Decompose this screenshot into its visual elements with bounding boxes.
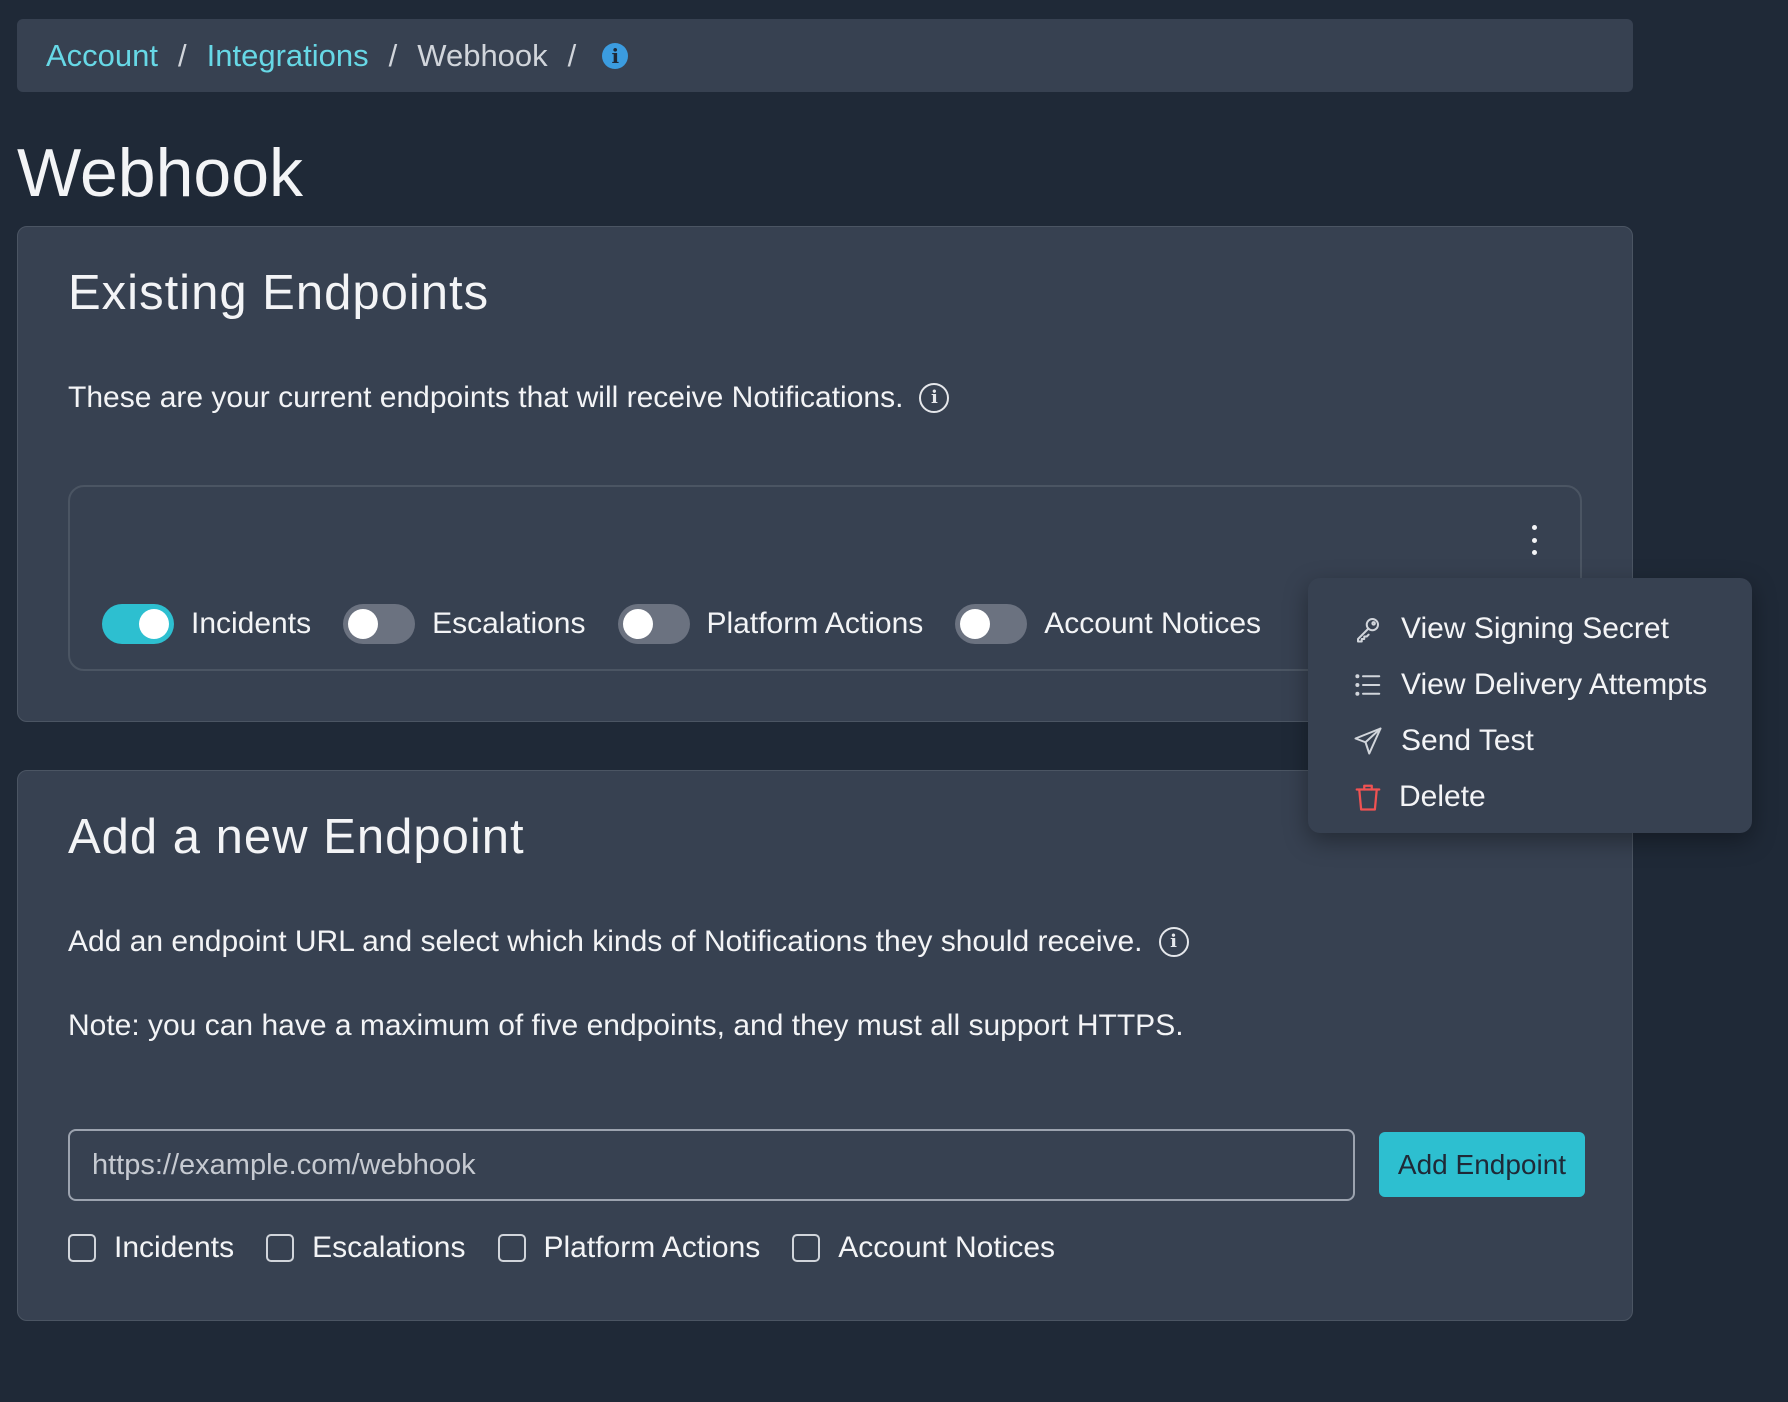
menu-item-view-delivery-attempts[interactable]: View Delivery Attempts xyxy=(1308,657,1752,713)
menu-item-label: Delete xyxy=(1399,780,1486,813)
toggle-label: Incidents xyxy=(191,607,312,640)
add-endpoint-description-text: Add an endpoint URL and select which kin… xyxy=(68,925,1143,958)
menu-item-view-signing-secret[interactable]: View Signing Secret xyxy=(1308,601,1752,657)
menu-item-send-test[interactable]: Send Test xyxy=(1308,713,1752,769)
account-notices-checkbox[interactable] xyxy=(792,1234,821,1262)
key-icon xyxy=(1357,618,1379,643)
checkbox-label: Incidents xyxy=(114,1231,235,1264)
checkbox-label: Platform Actions xyxy=(543,1231,761,1264)
breadcrumb-account-link[interactable]: Account xyxy=(46,38,158,74)
add-endpoint-card: Add a new Endpoint Add an endpoint URL a… xyxy=(17,770,1633,1321)
toggle-escalations-item: Escalations xyxy=(343,604,586,644)
escalations-toggle[interactable] xyxy=(343,604,416,644)
menu-item-label: View Signing Secret xyxy=(1401,612,1669,645)
endpoint-url-input[interactable] xyxy=(68,1129,1355,1201)
page-title: Webhook xyxy=(17,135,304,211)
endpoint-actions-menu: View Signing Secret View Delivery Attemp… xyxy=(1308,578,1752,833)
info-icon[interactable]: i xyxy=(602,42,629,69)
menu-item-label: Send Test xyxy=(1401,724,1534,757)
breadcrumb-separator: / xyxy=(388,37,398,73)
add-endpoint-note: Note: you can have a maximum of five end… xyxy=(68,1009,1184,1042)
notification-type-checkboxes: Incidents Escalations Platform Actions A… xyxy=(68,1231,1087,1265)
endpoint-toggles: Incidents Escalations Platform Actions A… xyxy=(102,604,1293,644)
toggle-incidents-item: Incidents xyxy=(102,604,311,644)
checkbox-label: Escalations xyxy=(312,1231,466,1264)
existing-endpoints-description-text: These are your current endpoints that wi… xyxy=(68,381,904,414)
menu-item-label: View Delivery Attempts xyxy=(1401,668,1708,701)
info-icon[interactable]: i xyxy=(1158,927,1189,957)
platform-actions-checkbox[interactable] xyxy=(497,1234,526,1262)
info-icon[interactable]: i xyxy=(919,383,950,413)
checkbox-label: Account Notices xyxy=(838,1231,1056,1264)
checkbox-account-notices-item[interactable]: Account Notices xyxy=(792,1231,1055,1265)
breadcrumb-separator: / xyxy=(178,37,187,73)
checkbox-incidents-item[interactable]: Incidents xyxy=(68,1231,234,1265)
platform-actions-toggle[interactable] xyxy=(617,604,690,644)
breadcrumb-current-page: Webhook xyxy=(417,37,548,73)
list-icon xyxy=(1355,674,1381,696)
trash-icon xyxy=(1355,784,1381,811)
breadcrumb-integrations-link[interactable]: Integrations xyxy=(207,38,369,74)
breadcrumb: Account / Integrations / Webhook / i xyxy=(17,19,1633,92)
more-options-icon[interactable] xyxy=(1528,525,1540,555)
add-endpoint-title: Add a new Endpoint xyxy=(68,810,525,864)
menu-item-delete[interactable]: Delete xyxy=(1308,769,1752,825)
incidents-toggle[interactable] xyxy=(102,604,174,644)
account-notices-toggle[interactable] xyxy=(955,604,1028,644)
escalations-checkbox[interactable] xyxy=(266,1234,295,1262)
checkbox-platform-actions-item[interactable]: Platform Actions xyxy=(497,1231,761,1265)
toggle-label: Account Notices xyxy=(1044,607,1262,640)
add-endpoint-button[interactable]: Add Endpoint xyxy=(1379,1132,1585,1197)
add-endpoint-description: Add an endpoint URL and select which kin… xyxy=(68,925,1189,959)
incidents-checkbox[interactable] xyxy=(68,1234,96,1262)
checkbox-escalations-item[interactable]: Escalations xyxy=(266,1231,466,1265)
toggle-label: Escalations xyxy=(432,607,586,640)
toggle-account-notices-item: Account Notices xyxy=(955,604,1261,644)
toggle-label: Platform Actions xyxy=(706,607,924,640)
existing-endpoints-title: Existing Endpoints xyxy=(68,266,490,320)
send-icon xyxy=(1354,727,1382,755)
toggle-platform-actions-item: Platform Actions xyxy=(617,604,924,644)
existing-endpoints-description: These are your current endpoints that wi… xyxy=(68,381,950,415)
breadcrumb-separator: / xyxy=(567,37,577,73)
